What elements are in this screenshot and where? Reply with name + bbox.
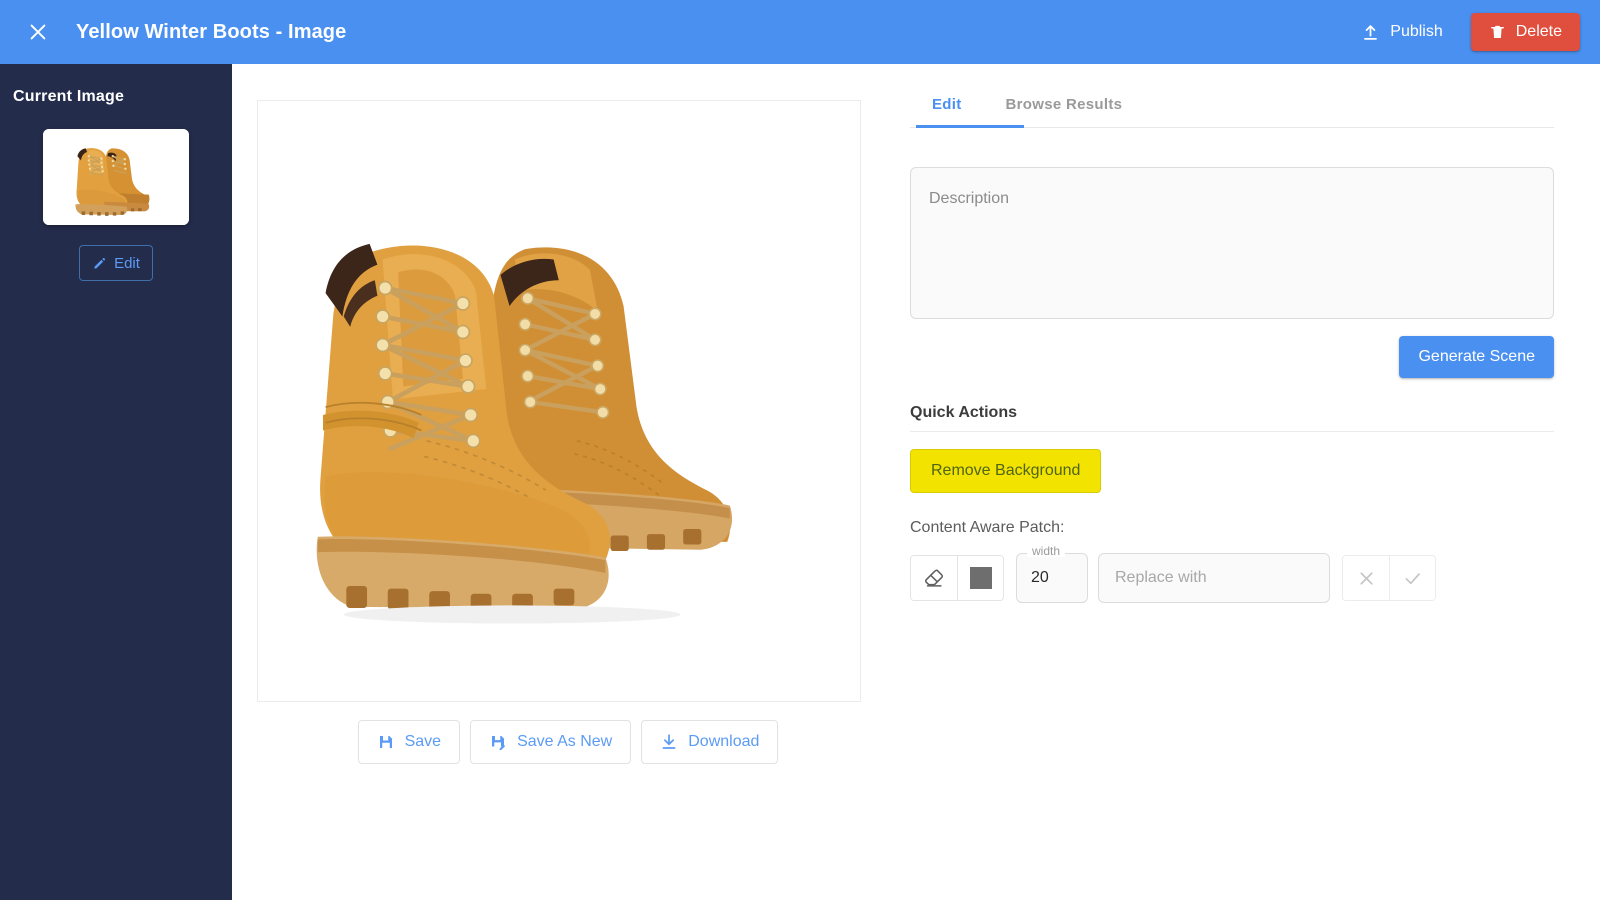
patch-tool-group bbox=[910, 555, 1004, 601]
page-title: Yellow Winter Boots - Image bbox=[76, 21, 346, 44]
tab-edit[interactable]: Edit bbox=[910, 81, 984, 127]
top-app-bar: Yellow Winter Boots - Image Publish Dele… bbox=[0, 0, 1600, 64]
patch-width-field[interactable]: width bbox=[1016, 553, 1088, 603]
boots-thumbnail-image bbox=[43, 129, 189, 225]
canvas-action-bar: Save Save As New Download bbox=[232, 720, 904, 764]
image-editor-app: Yellow Winter Boots - Image Publish Dele… bbox=[0, 0, 1600, 900]
generate-scene-button[interactable]: Generate Scene bbox=[1399, 336, 1554, 378]
close-button[interactable] bbox=[18, 12, 58, 52]
save-as-new-label: Save As New bbox=[517, 733, 612, 751]
patch-width-label: width bbox=[1027, 545, 1065, 557]
delete-label: Delete bbox=[1516, 23, 1562, 41]
replace-with-input[interactable] bbox=[1099, 554, 1329, 602]
download-label: Download bbox=[688, 733, 759, 751]
eraser-tool-button[interactable] bbox=[911, 556, 957, 600]
sidebar-edit-label: Edit bbox=[114, 255, 140, 272]
download-icon bbox=[660, 733, 678, 751]
save-as-new-button[interactable]: Save As New bbox=[470, 720, 631, 764]
sidebar-edit-button[interactable]: Edit bbox=[79, 245, 153, 281]
save-icon bbox=[377, 733, 395, 751]
close-icon bbox=[1356, 568, 1377, 589]
publish-label: Publish bbox=[1390, 23, 1442, 41]
boots-main-image bbox=[258, 101, 860, 701]
patch-width-input[interactable] bbox=[1017, 554, 1087, 602]
save-button[interactable]: Save bbox=[358, 720, 460, 764]
replace-with-field[interactable] bbox=[1098, 553, 1330, 603]
content-aware-patch-label: Content Aware Patch: bbox=[910, 519, 1554, 537]
image-canvas[interactable] bbox=[257, 100, 861, 702]
sidebar: Current Image bbox=[0, 64, 232, 900]
patch-confirm-group bbox=[1342, 555, 1436, 601]
tab-browse-results[interactable]: Browse Results bbox=[984, 81, 1145, 127]
eraser-icon bbox=[923, 567, 945, 589]
color-swatch-icon bbox=[970, 567, 992, 589]
save-as-new-icon bbox=[489, 733, 507, 751]
patch-confirm-button[interactable] bbox=[1389, 556, 1435, 600]
color-swatch-button[interactable] bbox=[957, 556, 1003, 600]
remove-background-button[interactable]: Remove Background bbox=[910, 449, 1101, 493]
current-image-thumbnail[interactable] bbox=[43, 129, 189, 225]
check-icon bbox=[1402, 568, 1423, 589]
save-label: Save bbox=[405, 733, 441, 751]
upload-icon bbox=[1361, 23, 1380, 42]
canvas-column: Save Save As New Download bbox=[232, 64, 904, 900]
patch-cancel-button[interactable] bbox=[1343, 556, 1389, 600]
quick-actions-title: Quick Actions bbox=[910, 404, 1554, 422]
editor-panel: Edit Browse Results Generate Scene Quick… bbox=[904, 64, 1600, 900]
close-icon bbox=[27, 21, 49, 43]
pencil-icon bbox=[92, 256, 107, 271]
content-aware-patch-controls: width bbox=[910, 553, 1554, 603]
sidebar-title: Current Image bbox=[0, 80, 232, 106]
download-button[interactable]: Download bbox=[641, 720, 778, 764]
trash-icon bbox=[1489, 23, 1506, 41]
publish-button[interactable]: Publish bbox=[1347, 15, 1456, 50]
generate-scene-row: Generate Scene bbox=[910, 336, 1554, 378]
delete-button[interactable]: Delete bbox=[1471, 13, 1580, 51]
quick-actions-divider bbox=[910, 431, 1554, 432]
active-tab-indicator bbox=[916, 125, 1024, 128]
description-input[interactable] bbox=[910, 167, 1554, 319]
panel-tabs: Edit Browse Results bbox=[910, 64, 1554, 128]
